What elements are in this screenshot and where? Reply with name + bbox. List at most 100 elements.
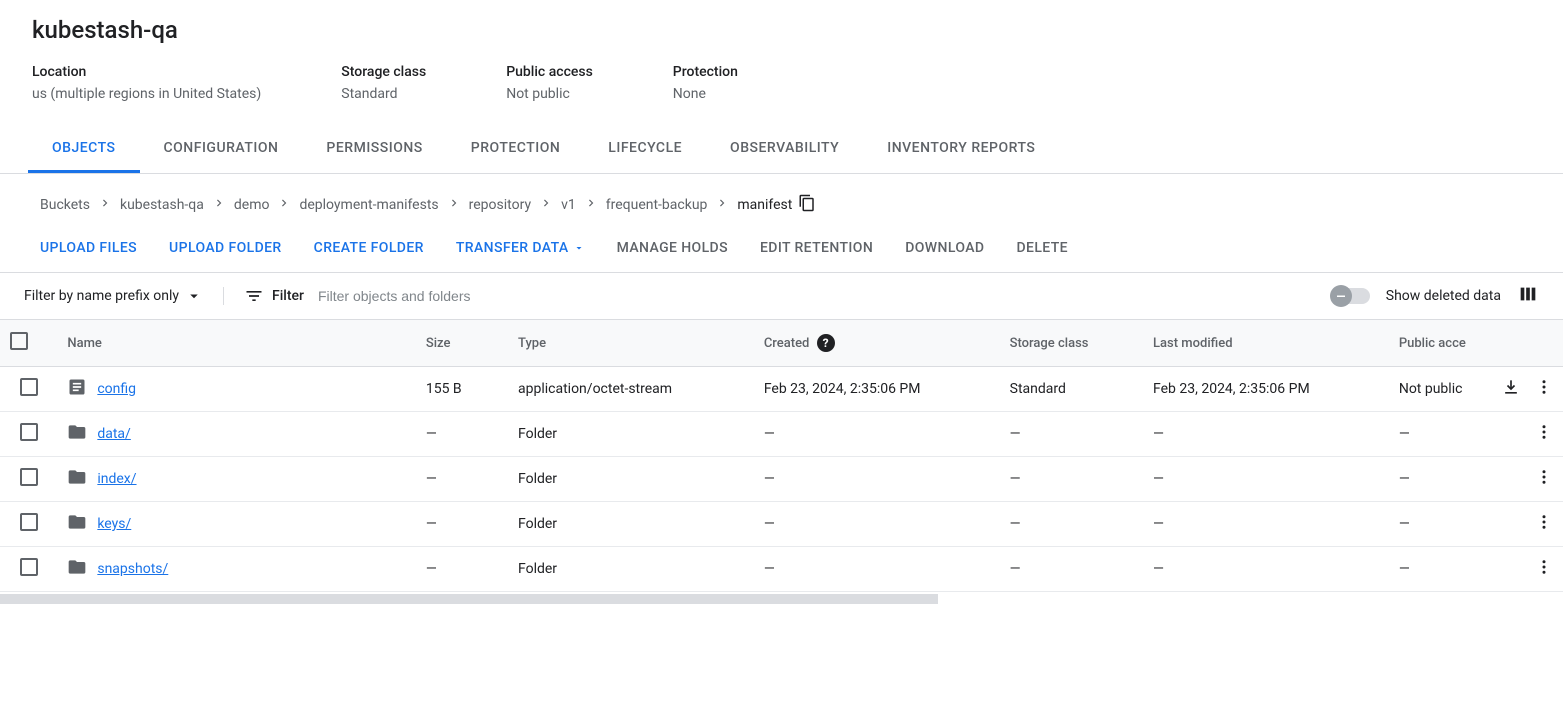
upload-folder-button[interactable]: UPLOAD FOLDER <box>169 240 282 256</box>
cell-modified: — <box>1143 412 1389 457</box>
crumb-deployment-manifests[interactable]: deployment-manifests <box>299 197 438 213</box>
edit-retention-button[interactable]: EDIT RETENTION <box>760 240 873 256</box>
tab-protection[interactable]: PROTECTION <box>447 126 585 173</box>
filter-label: Filter <box>272 288 304 304</box>
row-checkbox[interactable] <box>20 468 38 486</box>
dropdown-arrow-icon <box>573 242 585 254</box>
copy-path-icon[interactable] <box>798 194 816 216</box>
table-row: data/ — Folder — — — — <box>0 412 1563 457</box>
chevron-right-icon <box>212 196 226 214</box>
cell-created: — <box>754 412 1000 457</box>
object-name-link[interactable]: config <box>97 381 136 397</box>
transfer-data-label: TRANSFER DATA <box>456 240 569 256</box>
cell-public: — <box>1389 457 1481 502</box>
more-options-icon[interactable] <box>1535 558 1553 580</box>
table-row: index/ — Folder — — — — <box>0 457 1563 502</box>
cell-modified: — <box>1143 547 1389 592</box>
more-options-icon[interactable] <box>1535 513 1553 535</box>
objects-table: Name Size Type Created ? Storage class L… <box>0 319 1563 592</box>
object-name-link[interactable]: keys/ <box>97 516 131 532</box>
tab-configuration[interactable]: CONFIGURATION <box>140 126 303 173</box>
select-all-checkbox[interactable] <box>10 332 28 350</box>
row-checkbox[interactable] <box>20 513 38 531</box>
object-name-link[interactable]: snapshots/ <box>97 561 168 577</box>
cell-type: Folder <box>508 547 754 592</box>
col-size[interactable]: Size <box>416 320 508 367</box>
table-row: config 155 B application/octet-stream Fe… <box>0 367 1563 412</box>
delete-button[interactable]: DELETE <box>1016 240 1068 256</box>
crumb-v1[interactable]: v1 <box>561 197 576 213</box>
chevron-right-icon <box>584 196 598 214</box>
tab-inventory[interactable]: INVENTORY REPORTS <box>863 126 1059 173</box>
tab-permissions[interactable]: PERMISSIONS <box>302 126 446 173</box>
cell-type: Folder <box>508 412 754 457</box>
horizontal-scrollbar[interactable] <box>0 594 938 604</box>
transfer-data-button[interactable]: TRANSFER DATA <box>456 240 585 256</box>
column-settings-icon[interactable] <box>1517 283 1539 309</box>
toggle-knob-icon <box>1330 285 1352 307</box>
help-icon[interactable]: ? <box>817 334 835 352</box>
col-created[interactable]: Created ? <box>754 320 1000 367</box>
cell-size: — <box>416 502 508 547</box>
folder-icon <box>67 512 87 532</box>
col-storage[interactable]: Storage class <box>1000 320 1143 367</box>
row-checkbox[interactable] <box>20 378 38 396</box>
crumb-buckets[interactable]: Buckets <box>40 197 90 213</box>
chevron-right-icon <box>447 196 461 214</box>
manage-holds-button[interactable]: MANAGE HOLDS <box>617 240 728 256</box>
meta-public-label: Public access <box>506 64 593 80</box>
more-options-icon[interactable] <box>1535 378 1553 400</box>
action-bar: UPLOAD FILES UPLOAD FOLDER CREATE FOLDER… <box>0 232 1563 272</box>
cell-size: — <box>416 457 508 502</box>
cell-storage: — <box>1000 502 1143 547</box>
cell-size: — <box>416 412 508 457</box>
tabs: OBJECTS CONFIGURATION PERMISSIONS PROTEC… <box>0 126 1563 174</box>
cell-storage: — <box>1000 457 1143 502</box>
download-row-icon[interactable] <box>1501 385 1521 401</box>
filter-input[interactable] <box>318 288 1334 304</box>
row-checkbox[interactable] <box>20 558 38 576</box>
crumb-demo[interactable]: demo <box>234 197 270 213</box>
col-modified[interactable]: Last modified <box>1143 320 1389 367</box>
crumb-current: manifest <box>737 197 792 213</box>
object-name-link[interactable]: index/ <box>97 471 136 487</box>
cell-modified: — <box>1143 457 1389 502</box>
meta-location-value: us (multiple regions in United States) <box>32 86 261 102</box>
crumb-repository[interactable]: repository <box>469 197 531 213</box>
filter-prefix-dropdown[interactable]: Filter by name prefix only <box>24 287 224 305</box>
crumb-frequent-backup[interactable]: frequent-backup <box>606 197 708 213</box>
meta-public-value: Not public <box>506 86 593 102</box>
crumb-bucket[interactable]: kubestash-qa <box>120 197 204 213</box>
chevron-right-icon <box>277 196 291 214</box>
cell-storage: — <box>1000 547 1143 592</box>
more-options-icon[interactable] <box>1535 468 1553 490</box>
file-icon <box>67 377 87 397</box>
table-row: keys/ — Folder — — — — <box>0 502 1563 547</box>
tab-lifecycle[interactable]: LIFECYCLE <box>584 126 706 173</box>
filter-icon <box>244 286 264 306</box>
tab-objects[interactable]: OBJECTS <box>28 126 140 173</box>
more-options-icon[interactable] <box>1535 423 1553 445</box>
tab-observability[interactable]: OBSERVABILITY <box>706 126 863 173</box>
page-title: kubestash-qa <box>32 16 1531 44</box>
cell-created: — <box>754 547 1000 592</box>
meta-storage-value: Standard <box>341 86 426 102</box>
show-deleted-toggle[interactable] <box>1334 288 1370 304</box>
cell-type: application/octet-stream <box>508 367 754 412</box>
filter-prefix-label: Filter by name prefix only <box>24 288 179 304</box>
col-type[interactable]: Type <box>508 320 754 367</box>
cell-type: Folder <box>508 502 754 547</box>
create-folder-button[interactable]: CREATE FOLDER <box>314 240 424 256</box>
cell-created: Feb 23, 2024, 2:35:06 PM <box>754 367 1000 412</box>
dropdown-arrow-icon <box>185 287 203 305</box>
upload-files-button[interactable]: UPLOAD FILES <box>40 240 137 256</box>
col-name[interactable]: Name <box>57 320 415 367</box>
row-checkbox[interactable] <box>20 423 38 441</box>
show-deleted-label: Show deleted data <box>1386 288 1501 304</box>
col-public[interactable]: Public acce <box>1389 320 1481 367</box>
filter-label-group: Filter <box>244 286 304 306</box>
cell-public: — <box>1389 412 1481 457</box>
object-name-link[interactable]: data/ <box>97 426 130 442</box>
download-button[interactable]: DOWNLOAD <box>905 240 984 256</box>
col-created-label: Created <box>764 336 810 351</box>
